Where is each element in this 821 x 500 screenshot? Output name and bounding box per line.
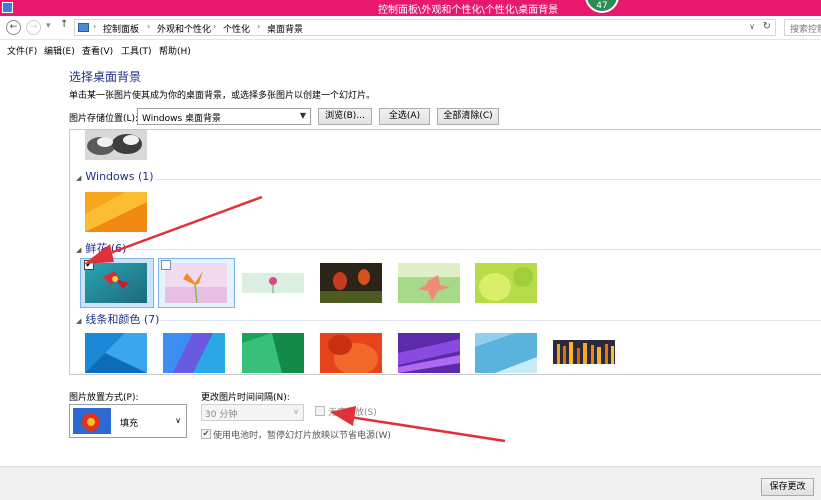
browse-button[interactable]: 浏览(B)... (318, 108, 372, 125)
up-button[interactable]: ↑ (60, 19, 68, 30)
group-header-lines-colors[interactable]: ◢ 线条和颜色 (7) (76, 311, 159, 327)
position-label: 图片放置方式(P): (69, 393, 139, 403)
group-divider (160, 320, 821, 321)
crumb-separator: › (93, 22, 97, 31)
collapse-icon: ◢ (76, 174, 82, 182)
group-divider (154, 179, 821, 180)
chevron-down-icon: ∨ (175, 416, 181, 425)
wallpaper-thumb-lines-3[interactable] (242, 333, 304, 373)
wallpaper-thumb-flower-4[interactable] (320, 263, 382, 303)
group-divider (130, 249, 821, 250)
checkbox-flower-2[interactable] (161, 260, 171, 270)
group-header-flowers[interactable]: ◢ 鲜花 (6) (76, 240, 126, 256)
wallpaper-thumb-bw[interactable] (85, 129, 147, 160)
clear-all-button[interactable]: 全部清除(C) (437, 108, 499, 125)
control-panel-icon (78, 23, 89, 32)
wallpaper-gallery: ◢ Windows (1) ◢ 鲜花 (6) ✔ ◢ 线条和颜色 (7) (69, 129, 821, 375)
back-button[interactable]: ← (6, 20, 21, 35)
dialog-footer: 保存更改 (0, 466, 821, 500)
chevron-down-icon[interactable]: ∨ (749, 22, 755, 31)
search-input[interactable]: 搜索控制 (784, 19, 821, 36)
window-titlebar: 控制面板\外观和个性化\个性化\桌面背景 47 (0, 0, 821, 16)
shuffle-label: 无序播放(S) (328, 408, 377, 418)
crumb-appearance[interactable]: 外观和个性化 (157, 22, 211, 35)
page-title: 选择桌面背景 (69, 70, 142, 84)
forward-button[interactable]: → (26, 20, 41, 35)
group-title-windows: Windows (1) (85, 170, 154, 183)
wallpaper-thumb-flower-2[interactable] (165, 263, 227, 303)
group-title-flowers: 鲜花 (6) (85, 242, 127, 255)
page-instructions: 单击某一张图片使其成为你的桌面背景，或选择多张图片以创建一个幻灯片。 (69, 91, 376, 101)
wallpaper-thumb-flower-1[interactable] (85, 263, 147, 303)
battery-checkbox[interactable]: ✔ (201, 429, 211, 439)
crumb-separator: › (213, 22, 217, 31)
chevron-down-icon: ▼ (299, 111, 306, 120)
wallpaper-thumb-flower-5[interactable] (398, 263, 460, 303)
crumb-separator: › (147, 22, 151, 31)
crumb-control-panel[interactable]: 控制面板 (103, 22, 139, 35)
crumb-separator: › (257, 22, 261, 31)
crumb-desktop-background[interactable]: 桌面背景 (267, 22, 303, 35)
location-label: 图片存储位置(L): (69, 114, 139, 124)
address-bar: ← → ▾ ↑ › 控制面板 › 外观和个性化 › 个性化 › 桌面背景 ∨ ↻… (0, 16, 821, 40)
wallpaper-thumb-flower-3[interactable] (242, 263, 304, 303)
menu-help[interactable]: 帮助(H) (159, 44, 191, 57)
wallpaper-thumb-flower-6[interactable] (475, 263, 537, 303)
save-changes-button[interactable]: 保存更改 (761, 478, 814, 496)
collapse-icon: ◢ (76, 317, 82, 325)
collapse-icon: ◢ (76, 246, 82, 254)
wallpaper-thumb-lines-1[interactable] (85, 333, 147, 373)
control-panel-icon (2, 2, 13, 13)
group-header-windows[interactable]: ◢ Windows (1) (76, 170, 154, 183)
position-preview-image (73, 408, 111, 434)
wallpaper-thumb-lines-5[interactable] (398, 333, 460, 373)
address-box[interactable]: › 控制面板 › 外观和个性化 › 个性化 › 桌面背景 ∨ ↻ (74, 19, 776, 36)
location-value: Windows 桌面背景 (142, 114, 222, 124)
shuffle-checkbox[interactable] (315, 406, 325, 416)
battery-label: 使用电池时，暂停幻灯片放映以节省电源(W) (213, 431, 391, 441)
menu-file[interactable]: 文件(F) (7, 44, 37, 57)
interval-select[interactable]: 30 分钟 ∨ (201, 404, 304, 421)
select-all-button[interactable]: 全选(A) (379, 108, 430, 125)
wallpaper-thumb-windows[interactable] (85, 192, 147, 232)
interval-label: 更改图片时间间隔(N): (201, 393, 290, 403)
wallpaper-thumb-lines-4[interactable] (320, 333, 382, 373)
menu-edit[interactable]: 编辑(E) (44, 44, 75, 57)
search-placeholder: 搜索控制 (790, 25, 821, 35)
position-select[interactable]: 填充 ∨ (69, 404, 187, 438)
menu-tools[interactable]: 工具(T) (121, 44, 152, 57)
crumb-personalization[interactable]: 个性化 (223, 22, 250, 35)
location-select[interactable]: Windows 桌面背景 ▼ (137, 108, 311, 125)
menu-view[interactable]: 查看(V) (82, 44, 113, 57)
position-value: 填充 (120, 419, 139, 429)
wallpaper-thumb-lines-2[interactable] (163, 333, 225, 373)
window-title: 控制面板\外观和个性化\个性化\桌面背景 (378, 5, 559, 16)
group-title-lines-colors: 线条和颜色 (7) (85, 313, 160, 326)
checkbox-flower-1[interactable]: ✔ (84, 260, 94, 270)
menu-bar: 文件(F) 编辑(E) 查看(V) 工具(T) 帮助(H) (0, 41, 821, 58)
wallpaper-thumb-lines-6[interactable] (475, 333, 537, 373)
refresh-icon[interactable]: ↻ (763, 21, 771, 32)
recent-pages-button[interactable]: ▾ (46, 21, 51, 31)
interval-value: 30 分钟 (205, 410, 238, 420)
chevron-down-icon: ∨ (293, 407, 299, 416)
wallpaper-thumb-lines-7[interactable] (553, 340, 615, 364)
badge-counter: 47 (585, 0, 619, 13)
